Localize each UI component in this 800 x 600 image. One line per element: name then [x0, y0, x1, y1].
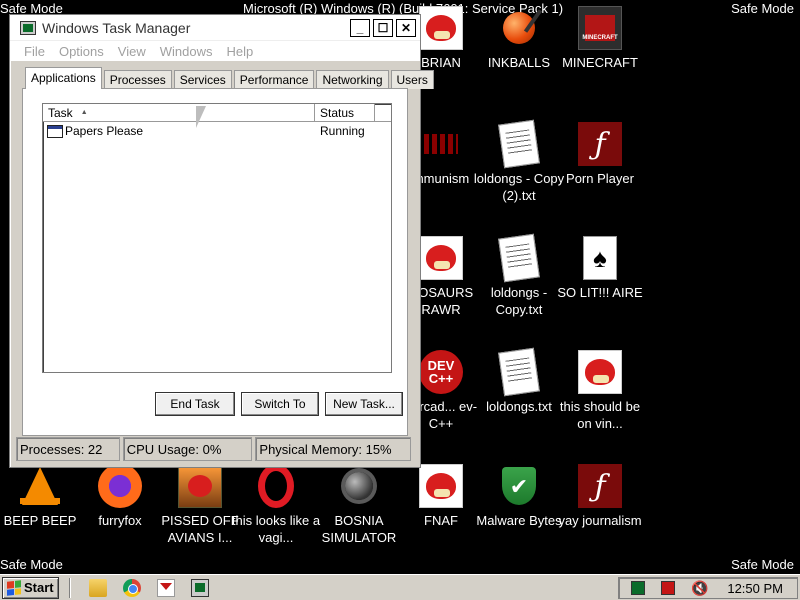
- task-list-header: Task ▲ Status: [43, 104, 391, 122]
- tab-processes[interactable]: Processes: [103, 70, 172, 89]
- applications-panel: Task ▲ Status Papers Please Running End …: [22, 88, 408, 436]
- shield-icon: [497, 464, 541, 508]
- desktop-icon-porn-player[interactable]: ƒ Porn Player: [552, 122, 648, 187]
- dev-cpp-icon: DEV C++: [419, 350, 463, 394]
- angry-birds-seasons-icon: [178, 464, 222, 508]
- safe-mode-label-bottom-left: Safe Mode: [0, 557, 63, 572]
- desktop-icon-label: this should be on vin...: [559, 399, 641, 431]
- switch-to-button[interactable]: Switch To: [241, 392, 319, 416]
- communism-icon: [419, 122, 463, 166]
- new-task-button[interactable]: New Task...: [325, 392, 403, 416]
- minimize-button[interactable]: _: [350, 18, 370, 37]
- vlc-icon: [18, 464, 62, 508]
- desktop-icon-label: yay journalism: [558, 513, 642, 528]
- chrome-icon[interactable]: [122, 578, 141, 597]
- start-button[interactable]: Start: [2, 576, 59, 599]
- safe-mode-label-top-right: Safe Mode: [731, 1, 794, 16]
- menu-view[interactable]: View: [118, 44, 146, 59]
- desktop-icon-so-lit-aire[interactable]: ♠ SO LIT!!! AIRE: [552, 236, 648, 301]
- maximize-button[interactable]: ☐: [373, 18, 393, 37]
- desktop-icon-this-should-be-on-vin[interactable]: this should be on vin...: [552, 350, 648, 432]
- desktop-icon-label: this looks like a vagi...: [231, 513, 321, 545]
- column-header-status[interactable]: Status: [315, 104, 375, 121]
- menu-options[interactable]: Options: [59, 44, 104, 59]
- column-header-task[interactable]: Task ▲: [43, 104, 315, 121]
- window-icon: [47, 124, 63, 138]
- column-header-task-label: Task: [48, 105, 73, 120]
- tab-performance[interactable]: Performance: [233, 70, 315, 89]
- windows-logo-icon: [7, 579, 21, 596]
- flash-icon: ƒ: [578, 122, 622, 166]
- tab-applications[interactable]: Applications: [25, 67, 102, 89]
- task-manager-taskbar-icon[interactable]: [190, 578, 209, 597]
- angry-bird-icon: [419, 6, 463, 50]
- tab-strip: Applications Processes Services Performa…: [25, 67, 436, 89]
- tab-networking[interactable]: Networking: [316, 70, 389, 89]
- desktop-icon-yay-journalism[interactable]: ƒ yay journalism: [552, 464, 648, 529]
- table-row[interactable]: Papers Please Running: [43, 122, 391, 140]
- menu-file[interactable]: File: [24, 44, 45, 59]
- task-manager-icon: [20, 20, 36, 35]
- menu-bar: File Options View Windows Help: [10, 41, 420, 61]
- taskbar-separator: [68, 577, 71, 598]
- task-manager-window[interactable]: Windows Task Manager _ ☐ ✕ File Options …: [9, 14, 434, 468]
- angry-bird-icon: [419, 236, 463, 280]
- minecraft-icon: [578, 6, 622, 50]
- angry-bird-icon: [578, 350, 622, 394]
- task-list[interactable]: Task ▲ Status Papers Please Running: [42, 103, 392, 373]
- physical-memory: Physical Memory: 15%: [255, 437, 411, 461]
- desktop-icon-minecraft[interactable]: MINECRAFT: [552, 6, 648, 71]
- desktop-icon-label: MINECRAFT: [562, 55, 638, 70]
- desktop-icon-label: SO LIT!!! AIRE: [557, 285, 643, 300]
- task-name: Papers Please: [65, 124, 144, 138]
- window-title: Windows Task Manager: [42, 19, 191, 36]
- volume-muted-icon[interactable]: 🔇: [691, 581, 708, 595]
- clock[interactable]: 12:50 PM: [727, 581, 783, 596]
- task-status: Running: [320, 124, 365, 138]
- close-button[interactable]: ✕: [396, 18, 416, 37]
- status-bar: Processes: 22 CPU Usage: 0% Physical Mem…: [16, 437, 414, 461]
- flash-icon: ƒ: [578, 464, 622, 508]
- solitaire-icon: ♠: [583, 236, 617, 280]
- cpu-usage: CPU Usage: 0%: [122, 437, 253, 461]
- safe-mode-label-bottom-right: Safe Mode: [731, 557, 794, 572]
- desktop-icon-label: Porn Player: [566, 171, 634, 186]
- desktop-icon-this-looks-like[interactable]: this looks like a vagi...: [228, 464, 324, 546]
- taskbar: Start 🔇 12:50 PM: [0, 574, 800, 600]
- menu-help[interactable]: Help: [226, 44, 253, 59]
- minesweeper-icon: [337, 464, 381, 508]
- opera-icon: [254, 464, 298, 508]
- mail-icon[interactable]: [156, 578, 175, 597]
- firefox-icon: [98, 464, 142, 508]
- start-label: Start: [24, 580, 54, 595]
- network-icon[interactable]: [631, 581, 646, 595]
- text-file-icon: [498, 347, 540, 397]
- inkball-icon: [497, 6, 541, 50]
- task-manager-titlebar[interactable]: Windows Task Manager _ ☐ ✕: [10, 15, 420, 41]
- text-file-icon: [498, 119, 540, 169]
- sort-ascending-icon: ▲: [80, 109, 88, 116]
- text-file-icon: [498, 233, 540, 283]
- tab-services[interactable]: Services: [173, 70, 232, 89]
- processes-count: Processes: 22: [16, 437, 120, 461]
- end-task-button[interactable]: End Task: [155, 392, 235, 416]
- system-tray: 🔇 12:50 PM: [618, 577, 798, 599]
- menu-windows[interactable]: Windows: [160, 44, 213, 59]
- angry-bird-icon: [419, 464, 463, 508]
- tab-users[interactable]: Users: [390, 70, 434, 89]
- action-center-icon[interactable]: [661, 581, 676, 595]
- folder-icon[interactable]: [88, 578, 107, 597]
